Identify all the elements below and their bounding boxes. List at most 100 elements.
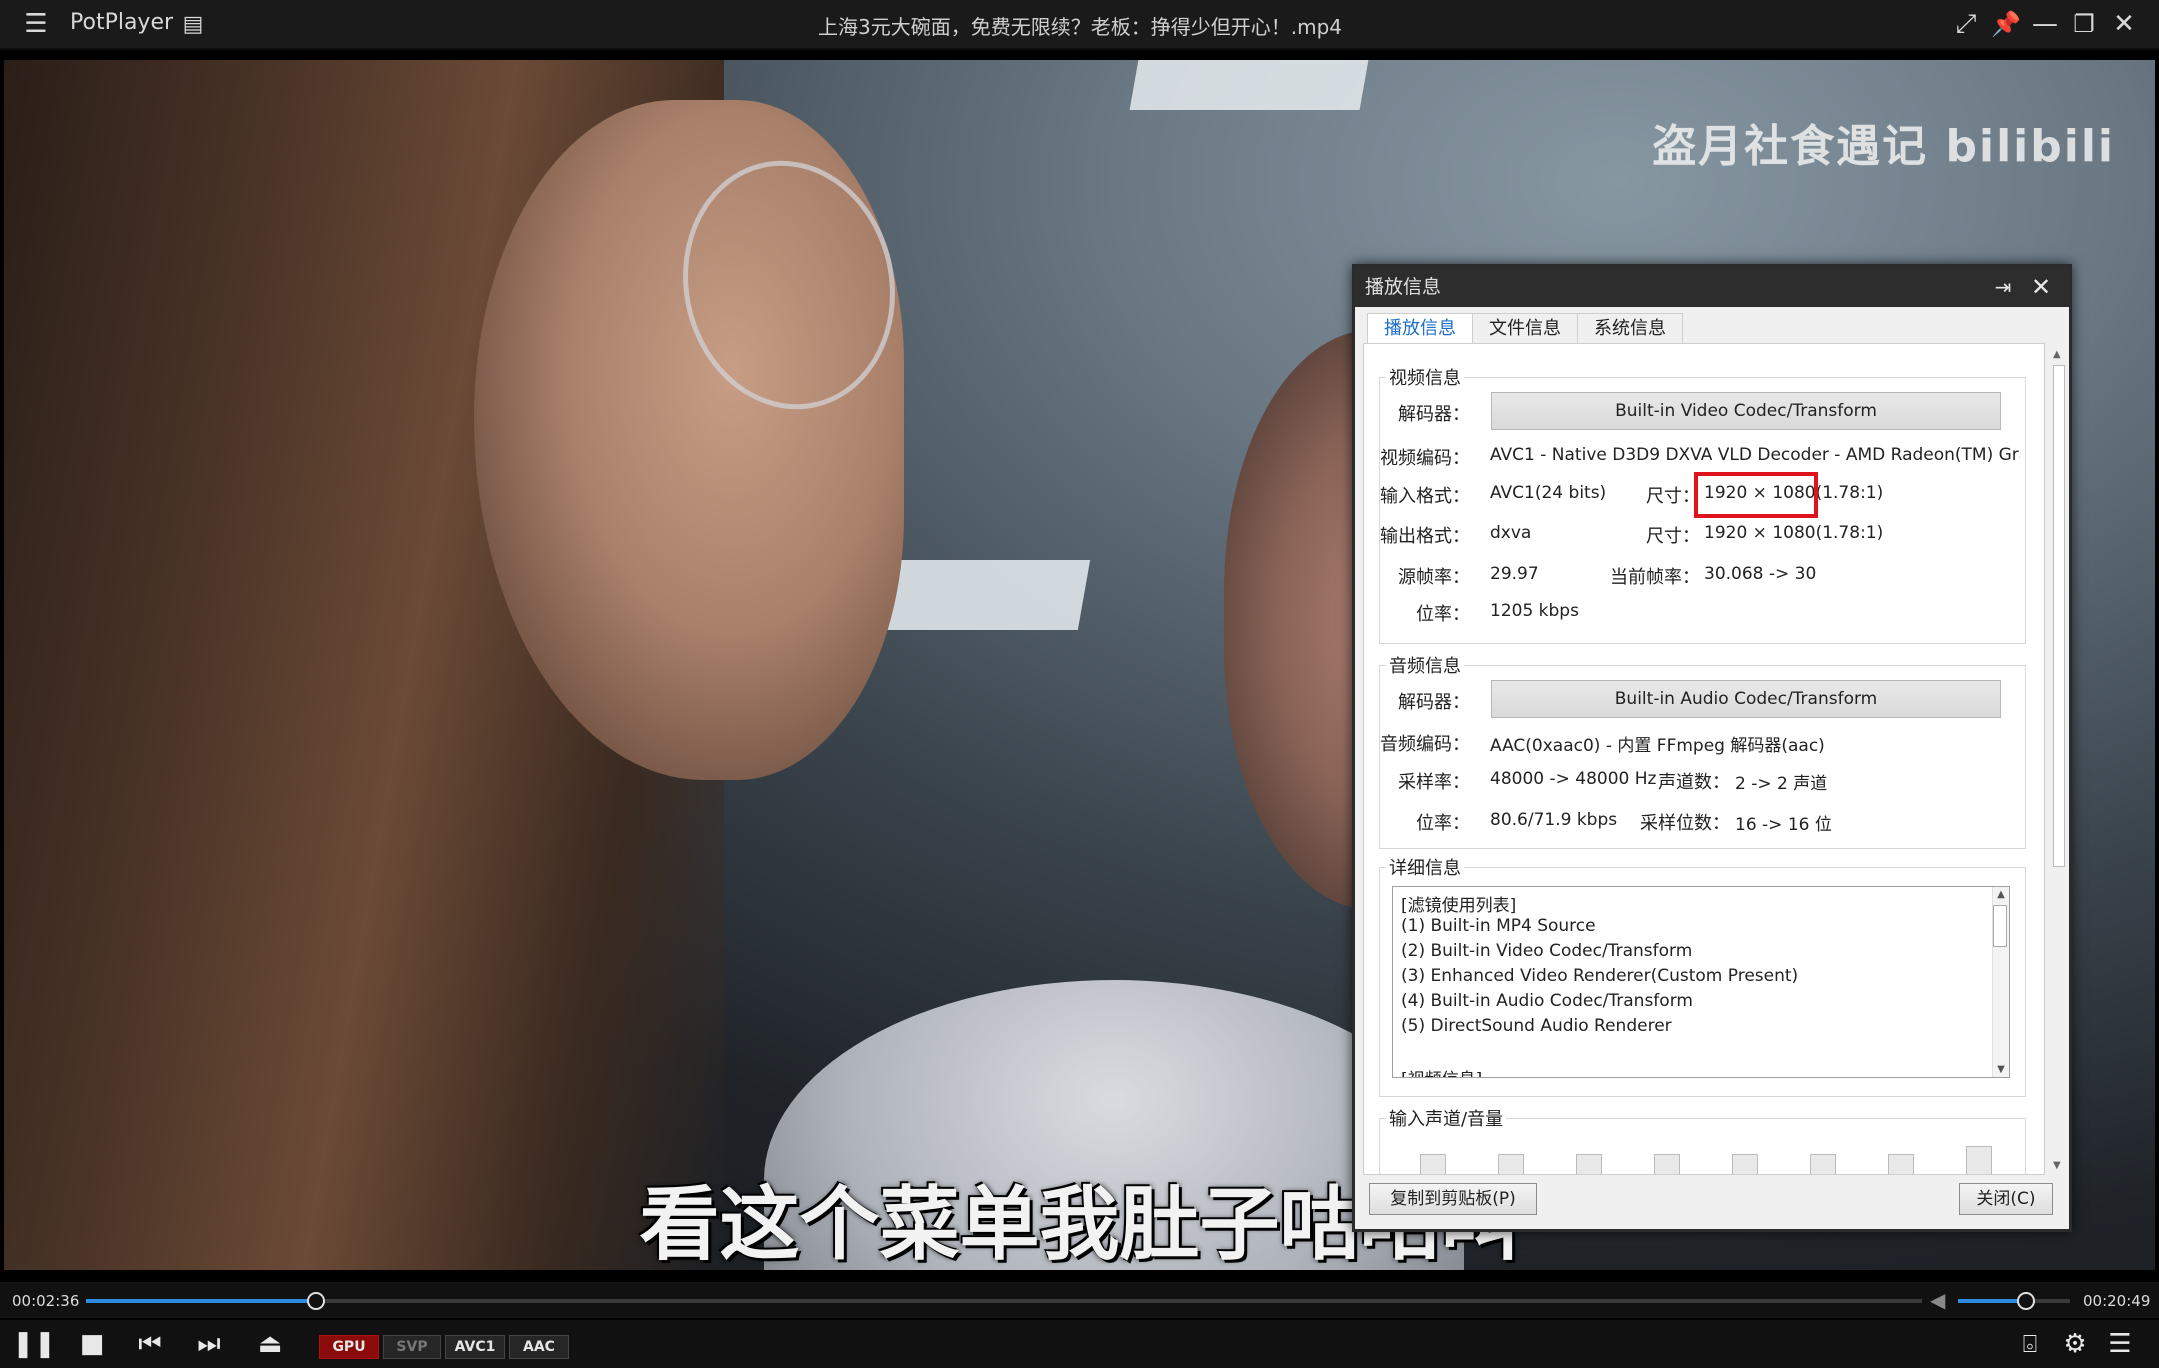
- detail-line: (1) Built-in MP4 Source: [1401, 916, 1596, 936]
- input-size-label: 尺寸：: [1646, 486, 1700, 507]
- channel-meter: [1966, 1146, 1992, 1174]
- video-bitrate-label: 位率：: [1416, 604, 1470, 625]
- audio-decoder-label: 解码器：: [1398, 692, 1470, 713]
- scroll-down-icon[interactable]: ▼: [1995, 1064, 2007, 1075]
- dialog-panel: 视频信息 解码器： Built-in Video Codec/Transform…: [1363, 343, 2045, 1175]
- aac-badge[interactable]: AAC: [509, 1335, 569, 1359]
- detail-scrollbar[interactable]: ▲ ▼: [1992, 887, 2009, 1077]
- audio-codec-label: 音频编码：: [1380, 734, 1470, 755]
- copy-to-clipboard-button[interactable]: 复制到剪贴板(P): [1369, 1183, 1537, 1215]
- detail-line: (2) Built-in Video Codec/Transform: [1401, 941, 1693, 961]
- video-watermark: 盗月社食遇记 bilibili: [1652, 121, 2115, 172]
- detail-line: (4) Built-in Audio Codec/Transform: [1401, 991, 1693, 1011]
- channel-volume-group: 输入声道/音量: [1379, 1105, 2026, 1174]
- volume-bar[interactable]: [1958, 1292, 2070, 1310]
- detail-line: (3) Enhanced Video Renderer(Custom Prese…: [1401, 966, 1799, 986]
- volume-icon[interactable]: ◀: [1930, 1288, 1945, 1312]
- samplerate-label: 采样率：: [1398, 772, 1470, 793]
- dialog-close-button[interactable]: 关闭(C): [1959, 1183, 2053, 1215]
- audio-info-group: 音频信息 解码器： Built-in Audio Codec/Transform…: [1379, 652, 2026, 849]
- audio-bitrate-label: 位率：: [1416, 813, 1470, 834]
- close-icon[interactable]: ✕: [2108, 8, 2140, 40]
- playlist-menu-icon[interactable]: ☰: [2102, 1327, 2138, 1361]
- detail-info-label: 详细信息: [1386, 854, 1464, 880]
- video-bitrate-value: 1205 kbps: [1490, 601, 1579, 621]
- dialog-tabs: 播放信息 文件信息 系统信息: [1367, 313, 1683, 344]
- video-codec-label: 视频编码：: [1380, 448, 1470, 469]
- scroll-up-icon[interactable]: ▲: [1995, 889, 2007, 900]
- eject-icon[interactable]: ⏏: [252, 1327, 288, 1361]
- output-size-value: 1920 × 1080(1.78:1): [1704, 523, 1884, 543]
- playback-info-dialog: 播放信息 ⇥ ✕ 播放信息 文件信息 系统信息 视频信息 解码器： Built-…: [1352, 264, 2072, 1232]
- minimize-icon[interactable]: —: [2029, 8, 2061, 40]
- total-time: 00:20:49: [2083, 1292, 2151, 1310]
- title-bar: ☰ PotPlayer ▤ 上海3元大碗面，免费无限续？老板：挣得少但开心！.m…: [0, 0, 2159, 50]
- playlist-icon[interactable]: ▤: [177, 8, 209, 40]
- tab-file-info[interactable]: 文件信息: [1472, 313, 1578, 344]
- dialog-pin-icon[interactable]: ⇥: [1987, 271, 2019, 303]
- seek-row: 00:02:36 ◀ 00:20:49: [0, 1282, 2159, 1318]
- channels-value: 2 -> 2 声道: [1735, 774, 1828, 794]
- audio-info-label: 音频信息: [1386, 652, 1464, 678]
- previous-icon[interactable]: ⏮: [132, 1327, 168, 1361]
- src-fps-value: 29.97: [1490, 564, 1539, 584]
- detail-line: [滤镜使用列表]: [1401, 896, 1517, 916]
- video-codec-value: AVC1 - Native D3D9 DXVA VLD Decoder - AM…: [1490, 445, 2020, 465]
- channel-volume-label: 输入声道/音量: [1386, 1105, 1507, 1131]
- tab-playback-info[interactable]: 播放信息: [1367, 313, 1473, 344]
- video-info-label: 视频信息: [1386, 364, 1464, 390]
- restore-icon[interactable]: ❐: [2068, 8, 2100, 40]
- window-title: 上海3元大碗面，免费无限续？老板：挣得少但开心！.mp4: [818, 15, 1342, 39]
- dialog-scroll-thumb[interactable]: [2053, 365, 2065, 867]
- channel-meter: [1732, 1154, 1758, 1174]
- audio-codec-value: AAC(0xaac0) - 内置 FFmpeg 解码器(aac): [1490, 736, 1825, 756]
- channel-meter: [1420, 1154, 1446, 1174]
- scroll-up-icon[interactable]: ▲: [2053, 349, 2061, 360]
- pause-icon[interactable]: ❚❚: [12, 1327, 56, 1361]
- gpu-badge[interactable]: GPU: [319, 1335, 379, 1359]
- output-format-value: dxva: [1490, 523, 1532, 543]
- output-size-label: 尺寸：: [1646, 526, 1700, 547]
- bits-label: 采样位数：: [1640, 813, 1730, 834]
- seek-handle[interactable]: [307, 1292, 326, 1310]
- dialog-close-icon[interactable]: ✕: [2025, 271, 2057, 303]
- channels-label: 声道数：: [1658, 772, 1730, 793]
- next-icon[interactable]: ⏭: [191, 1327, 227, 1361]
- volume-level: [1958, 1299, 2026, 1303]
- channel-meter: [1576, 1154, 1602, 1174]
- volume-handle[interactable]: [2017, 1292, 2036, 1310]
- detail-info-group: 详细信息 [滤镜使用列表] (1) Built-in MP4 Source (2…: [1379, 854, 2026, 1097]
- current-time: 00:02:36: [12, 1292, 80, 1310]
- bits-value: 16 -> 16 位: [1735, 815, 1832, 835]
- src-fps-label: 源帧率：: [1398, 567, 1470, 588]
- video-decoder-button[interactable]: Built-in Video Codec/Transform: [1491, 392, 2001, 430]
- seek-bar[interactable]: [86, 1292, 1922, 1310]
- audio-decoder-button[interactable]: Built-in Audio Codec/Transform: [1491, 680, 2001, 718]
- channel-meter: [1498, 1154, 1524, 1174]
- dialog-scrollbar[interactable]: ▲ ▼: [2051, 347, 2065, 1173]
- scroll-thumb[interactable]: [1993, 905, 2007, 947]
- dialog-title-bar[interactable]: 播放信息 ⇥ ✕: [1355, 267, 2069, 307]
- avc1-badge[interactable]: AVC1: [445, 1335, 505, 1359]
- cur-fps-label: 当前帧率：: [1610, 567, 1700, 588]
- input-format-value: AVC1(24 bits): [1490, 483, 1607, 503]
- dialog-title: 播放信息: [1365, 276, 1442, 298]
- cur-fps-value: 30.068 -> 30: [1704, 564, 1817, 584]
- fullscreen-icon[interactable]: ⤢: [1950, 8, 1982, 40]
- scroll-down-icon[interactable]: ▼: [2053, 1160, 2061, 1171]
- tab-system-info[interactable]: 系统信息: [1577, 313, 1683, 344]
- channel-meter: [1810, 1154, 1836, 1174]
- pin-icon[interactable]: 📌: [1990, 8, 2022, 40]
- detail-listbox[interactable]: [滤镜使用列表] (1) Built-in MP4 Source (2) Bui…: [1392, 886, 2010, 1078]
- settings-icon[interactable]: ⚙: [2057, 1327, 2093, 1361]
- screenshot-icon[interactable]: ⌻: [2012, 1327, 2048, 1361]
- detail-line: (5) DirectSound Audio Renderer: [1401, 1016, 1672, 1036]
- video-info-group: 视频信息 解码器： Built-in Video Codec/Transform…: [1379, 364, 2026, 644]
- control-bar: ❚❚ ■ ⏮ ⏭ ⏏ GPU SVP AVC1 AAC ⌻ ⚙ ☰: [0, 1320, 2159, 1368]
- seek-progress: [86, 1299, 316, 1303]
- menu-icon[interactable]: ☰: [20, 8, 52, 40]
- highlight-box: [1694, 472, 1818, 518]
- svp-badge[interactable]: SVP: [383, 1335, 441, 1359]
- stop-icon[interactable]: ■: [74, 1327, 110, 1361]
- output-format-label: 输出格式：: [1380, 526, 1470, 547]
